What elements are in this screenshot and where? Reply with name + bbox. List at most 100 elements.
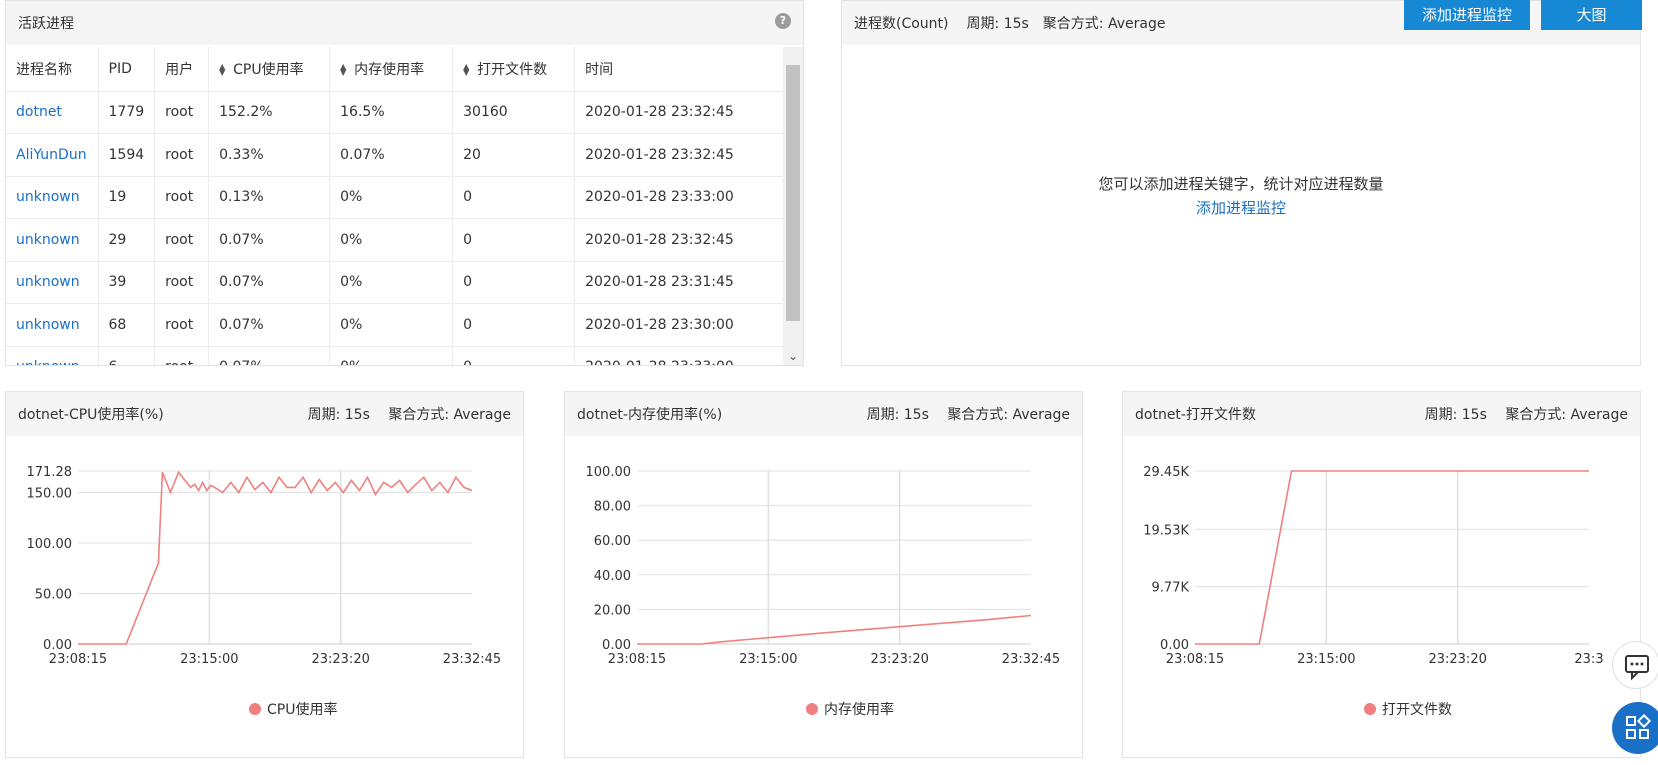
legend-label: CPU使用率 [267, 702, 338, 718]
cell-cpu: 0.07% [208, 218, 331, 262]
process-name-link[interactable]: unknown [6, 218, 99, 262]
table-row: unknown 68 root 0.07% 0% 0 2020-01-28 23… [6, 303, 784, 347]
cell-time: 2020-01-28 23:31:45 [574, 261, 784, 304]
cell-mem: 0% [329, 303, 454, 347]
process-count-panel: 进程数(Count) 周期: 15s 聚合方式: Average 您可以添加进程… [841, 0, 1641, 366]
cell-time: 2020-01-28 23:30:00 [574, 303, 784, 347]
process-name-link[interactable]: unknown [6, 261, 99, 304]
add-monitor-link[interactable]: 添加进程监控 [842, 197, 1640, 218]
table-row: AliYunDun 1594 root 0.33% 0.07% 20 2020-… [6, 133, 784, 177]
cell-cpu: 152.2% [208, 91, 331, 134]
col-cpu[interactable]: ▲ ▼ CPU使用率 [208, 47, 331, 92]
chat-icon[interactable] [1612, 641, 1658, 689]
col-user: 用户 [154, 47, 210, 92]
cell-files: 20 [452, 133, 576, 177]
table-row: unknown 6 root 0.07% 0% 0 2020-01-28 23:… [6, 346, 784, 365]
series-line [637, 614, 1032, 645]
empty-message: 您可以添加进程关键字，统计对应进程数量 [1098, 175, 1384, 193]
chart-header: dotnet-打开文件数 周期: 15s 聚合方式: Average [1123, 392, 1640, 436]
cell-files: 0 [452, 176, 576, 219]
table-row: unknown 19 root 0.13% 0% 0 2020-01-28 23… [6, 176, 784, 219]
series-line [78, 470, 473, 645]
cell-user: root [154, 91, 210, 134]
big-view-button[interactable]: 大图 [1541, 0, 1642, 30]
x-tick-label: 23:23:20 [1428, 652, 1486, 667]
scroll-thumb[interactable] [786, 65, 800, 321]
sort-icon[interactable]: ▲ ▼ [219, 62, 227, 76]
legend-dot-icon [806, 703, 818, 715]
cell-pid: 6 [98, 346, 156, 365]
cell-pid: 39 [98, 261, 156, 304]
process-name-link[interactable]: unknown [6, 346, 99, 365]
table-row: dotnet 1779 root 152.2% 16.5% 30160 2020… [6, 91, 784, 134]
series-line [1195, 470, 1589, 645]
cell-pid: 1779 [98, 91, 156, 134]
cell-pid: 29 [98, 218, 156, 262]
table-scrollbar[interactable]: ⌄ [783, 47, 803, 365]
chart-legend[interactable]: 打开文件数 [1364, 699, 1452, 719]
cell-mem: 0.07% [329, 133, 454, 177]
chart-legend[interactable]: 内存使用率 [806, 699, 894, 719]
sort-icon[interactable]: ▲ ▼ [340, 62, 348, 76]
col-files[interactable]: ▲ ▼ 打开文件数 [452, 47, 576, 92]
cell-mem: 16.5% [329, 91, 454, 134]
chart-period: 周期: 15s [307, 407, 370, 423]
chart-legend[interactable]: CPU使用率 [249, 699, 337, 719]
cell-pid: 68 [98, 303, 156, 347]
cell-user: root [154, 303, 210, 347]
x-tick-label: 23:32:45 [1002, 652, 1060, 667]
process-name-link[interactable]: AliYunDun [6, 133, 99, 177]
table-header-row: 进程名称 PID 用户 ▲ ▼ CPU使用率 ▲ ▼ 内存使用率 ▲ ▼ 打开文件数 时间 [6, 47, 784, 92]
col-mem[interactable]: ▲ ▼ 内存使用率 [329, 47, 454, 92]
x-tick-label: 23:08:15 [1166, 652, 1224, 667]
process-name-link[interactable]: unknown [6, 176, 99, 219]
cell-time: 2020-01-28 23:32:45 [574, 91, 784, 134]
chart-title: dotnet-内存使用率(%) [577, 407, 723, 423]
cpu-chart: 0.00 50.00 100.00 150.00 171.28 23:08:15 23:15… [27, 465, 502, 667]
cell-user: root [154, 176, 210, 219]
cell-user: root [154, 218, 210, 262]
memory-chart: 0.00 20.00 40.00 60.00 80.00 100.00 23:08:15 23… [586, 465, 1061, 667]
apps-icon[interactable] [1612, 702, 1658, 754]
cell-time: 2020-01-28 23:32:45 [574, 133, 784, 177]
x-tick-label: 23:08:15 [49, 652, 107, 667]
x-tick-label: 23:15:00 [739, 652, 797, 667]
x-tick-label: 23:08:15 [608, 652, 666, 667]
cell-cpu: 0.13% [208, 176, 331, 219]
cell-cpu: 0.07% [208, 261, 331, 304]
cell-files: 0 [452, 261, 576, 304]
col-time: 时间 [574, 47, 784, 92]
x-tick-label: 23:23:20 [870, 652, 928, 667]
y-tick-label: 171.28 [27, 465, 73, 480]
y-tick-label: 19.53K [1143, 523, 1189, 538]
cell-time: 2020-01-28 23:33:00 [574, 346, 784, 365]
chart-meta: 周期: 15s 聚合方式: Average [853, 404, 1070, 424]
y-tick-label: 0.00 [602, 638, 631, 653]
y-tick-label: 29.45K [1143, 465, 1189, 480]
cell-pid: 1594 [98, 133, 156, 177]
process-name-link[interactable]: unknown [6, 303, 99, 347]
process-count-title: 进程数(Count) [854, 16, 949, 32]
y-tick-label: 9.77K [1152, 581, 1190, 596]
cell-cpu: 0.07% [208, 346, 331, 365]
col-files-label: 打开文件数 [477, 61, 548, 78]
legend-dot-icon [249, 703, 261, 715]
chart-agg: 聚合方式: Average [947, 407, 1070, 423]
help-icon[interactable]: ? [775, 13, 791, 29]
cell-user: root [154, 261, 210, 304]
y-tick-label: 60.00 [594, 534, 631, 549]
scroll-down-icon[interactable]: ⌄ [783, 349, 803, 363]
cell-cpu: 0.07% [208, 303, 331, 347]
add-monitor-button[interactable]: 添加进程监控 [1404, 0, 1530, 30]
cell-mem: 0% [329, 261, 454, 304]
chart-agg: 聚合方式: Average [388, 407, 511, 423]
cell-files: 0 [452, 218, 576, 262]
process-name-link[interactable]: dotnet [6, 91, 99, 134]
active-process-header: 活跃进程 ? [6, 1, 803, 45]
x-tick-label: 23:15:00 [1297, 652, 1355, 667]
chart-header: dotnet-内存使用率(%) 周期: 15s 聚合方式: Average [565, 392, 1082, 436]
table-row: unknown 29 root 0.07% 0% 0 2020-01-28 23… [6, 218, 784, 262]
sort-icon[interactable]: ▲ ▼ [463, 62, 471, 76]
y-tick-label: 80.00 [594, 500, 631, 515]
legend-dot-icon [1364, 703, 1376, 715]
